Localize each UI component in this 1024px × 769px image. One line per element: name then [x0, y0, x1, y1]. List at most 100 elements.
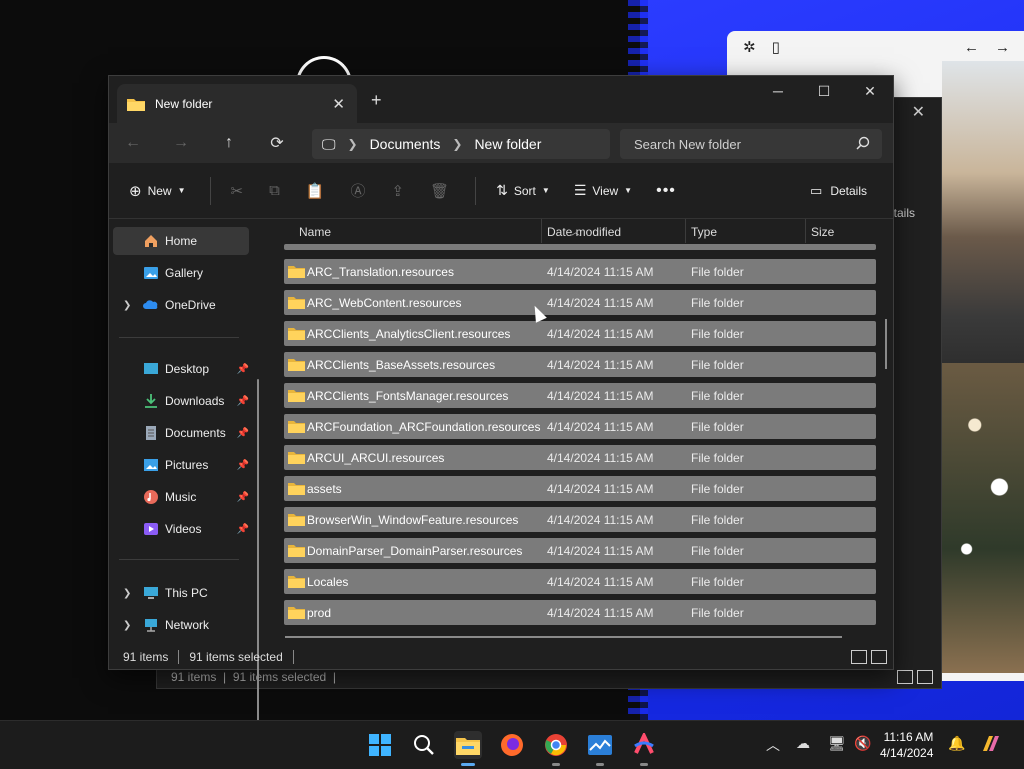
table-row[interactable]: ARC_WebContent.resources 4/14/2024 11:15 …	[284, 290, 876, 315]
sidebar-item-downloads[interactable]: Downloads 📌	[113, 387, 249, 415]
table-row[interactable]: ARCFoundation_ARCFoundation.resources 4/1…	[284, 414, 876, 439]
table-row[interactable]: ARCUI_ARCUI.resources 4/14/2024 11:15 AM F…	[284, 445, 876, 470]
sidebar-item-gallery[interactable]: Gallery	[113, 259, 249, 287]
breadcrumb-documents[interactable]: Documents	[370, 136, 441, 152]
sidebar-item-desktop[interactable]: Desktop 📌	[113, 355, 249, 383]
tiles-view-icon[interactable]	[917, 670, 933, 684]
file-name: DomainParser_DomainParser.resources	[307, 544, 523, 558]
vertical-scrollbar[interactable]	[885, 319, 887, 369]
table-row[interactable]: ARCClients_AnalyticsClient.resources 4/14…	[284, 321, 876, 346]
taskbar-chrome[interactable]	[542, 731, 570, 759]
details-view-icon[interactable]	[897, 670, 913, 684]
desktop-icon	[144, 363, 158, 374]
horizontal-scrollbar[interactable]	[285, 636, 842, 638]
column-date-modified[interactable]: Date modified	[547, 225, 621, 239]
sidebar-item-music[interactable]: Music 📌	[113, 483, 249, 511]
title-bar: New folder ✕ + ─ ☐ ✕	[109, 76, 893, 123]
breadcrumb[interactable]: 🖵 ❯ Documents ❯ New folder	[312, 129, 610, 159]
pin-icon[interactable]: 📌	[237, 524, 249, 535]
new-label: New	[147, 183, 172, 198]
sidebar-item-onedrive[interactable]: ❯ OneDrive	[113, 291, 249, 319]
minimize-icon[interactable]: ─	[755, 76, 801, 106]
sidebar-toggle-icon[interactable]: ▯	[772, 38, 780, 56]
tab-new-folder[interactable]: New folder ✕	[117, 84, 357, 123]
monitor-icon[interactable]: 🖵	[322, 136, 336, 153]
pin-icon[interactable]: 📌	[237, 428, 249, 439]
maximize-icon[interactable]: ☐	[801, 76, 847, 106]
refresh-icon[interactable]: ⟳	[253, 133, 301, 153]
volume-mute-icon[interactable]: 🔇	[854, 735, 871, 752]
table-row[interactable]: ARCClients_BaseAssets.resources 4/14/2024…	[284, 352, 876, 377]
search-input[interactable]: Search New folder	[620, 129, 882, 159]
file-explorer-window[interactable]: New folder ✕ + ─ ☐ ✕ ← → ↑ ⟳ 🖵 ❯ Documen…	[108, 75, 894, 739]
view-button[interactable]: ☰ View ▼	[574, 182, 632, 199]
sidebar-item-documents[interactable]: Documents 📌	[113, 419, 249, 447]
pin-icon[interactable]: 📌	[237, 364, 249, 375]
copilot-icon[interactable]	[980, 733, 1002, 758]
more-options-button[interactable]: •••	[656, 182, 676, 200]
paste-icon[interactable]: 📋	[306, 182, 325, 200]
new-button[interactable]: ⊕ New ▼	[129, 182, 186, 200]
taskbar-firefox[interactable]	[498, 731, 526, 759]
close-tab-icon[interactable]: ✕	[332, 95, 345, 113]
forward-icon[interactable]: →	[157, 134, 205, 152]
rename-icon[interactable]: Ⓐ	[351, 180, 366, 201]
sidebar-label: Videos	[165, 522, 202, 536]
up-icon[interactable]: ↑	[205, 134, 253, 152]
taskbar-file-explorer[interactable]	[454, 731, 482, 759]
new-tab-button[interactable]: +	[371, 90, 382, 111]
file-name: Locales	[307, 575, 349, 589]
notification-bell-icon[interactable]: 🔔	[948, 735, 965, 752]
table-row[interactable]: DomainParser_DomainParser.resources 4/14/…	[284, 538, 876, 563]
breadcrumb-new-folder[interactable]: New folder	[474, 136, 541, 152]
chevron-up-icon[interactable]: ︿	[766, 735, 780, 755]
pin-icon[interactable]: 📌	[237, 396, 249, 407]
table-row[interactable]: prod 4/14/2024 11:15 AM File folder	[284, 600, 876, 625]
table-row[interactable]: ARC_Translation.resources 4/14/2024 11:15…	[284, 259, 876, 284]
cloud-offline-icon[interactable]: ☁	[796, 735, 810, 752]
table-row[interactable]: BrowserWin_WindowFeature.resources 4/14/2…	[284, 507, 876, 532]
table-row[interactable]: Locales 4/14/2024 11:15 AM File folder	[284, 569, 876, 594]
copy-icon[interactable]: ⧉	[269, 182, 280, 199]
table-row[interactable]: assets 4/14/2024 11:15 AM File folder	[284, 476, 876, 501]
sidebar-item-network[interactable]: ❯ Network	[113, 611, 249, 639]
column-size[interactable]: Size	[811, 225, 834, 239]
back-icon[interactable]: ←	[109, 134, 157, 152]
file-name: ARCClients_FontsManager.resources	[307, 389, 509, 403]
tiles-view-icon[interactable]	[871, 650, 887, 664]
status-bar: 91 items 91 items selected	[109, 645, 893, 669]
share-icon[interactable]: ⇪	[392, 182, 405, 200]
close-window-icon[interactable]: ✕	[847, 76, 893, 106]
sort-button[interactable]: ⇅ Sort ▼	[496, 182, 550, 199]
table-row-partial[interactable]	[284, 244, 876, 250]
pin-icon[interactable]: 📌	[237, 460, 249, 471]
start-button[interactable]	[366, 731, 394, 759]
column-name[interactable]: Name	[299, 225, 331, 239]
back-arrow-icon[interactable]: ←	[964, 39, 979, 56]
details-view-icon[interactable]	[851, 650, 867, 664]
forward-arrow-icon[interactable]: →	[995, 39, 1010, 56]
chevron-right-icon[interactable]: ❯	[123, 300, 131, 311]
pin-icon[interactable]: 📌	[237, 492, 249, 503]
system-clock[interactable]: 11:16 AM 4/14/2024	[880, 729, 933, 761]
delete-icon[interactable]: 🗑	[430, 182, 449, 200]
column-headers: ︿ Name Date modified Type Size	[269, 219, 889, 244]
sidebar-scrollbar[interactable]	[257, 379, 259, 739]
table-row[interactable]: ARCClients_FontsManager.resources 4/14/20…	[284, 383, 876, 408]
close-icon[interactable]: ✕	[912, 102, 925, 122]
taskbar-app-chart[interactable]	[586, 731, 614, 759]
column-type[interactable]: Type	[691, 225, 717, 239]
sidebar-item-home[interactable]: Home	[113, 227, 249, 255]
extensions-icon[interactable]: ✲	[743, 38, 756, 56]
chevron-right-icon[interactable]: ❯	[123, 588, 131, 599]
sidebar-item-pictures[interactable]: Pictures 📌	[113, 451, 249, 479]
sidebar-item-videos[interactable]: Videos 📌	[113, 515, 249, 543]
search-button[interactable]	[410, 731, 438, 759]
details-button[interactable]: ▭ Details	[810, 183, 867, 199]
search-icon[interactable]	[856, 136, 870, 150]
taskbar-arc[interactable]	[630, 731, 658, 759]
chevron-right-icon[interactable]: ❯	[123, 620, 131, 631]
network-icon[interactable]: 🖥	[828, 735, 846, 752]
sidebar-item-this-pc[interactable]: ❯ This PC	[113, 579, 249, 607]
cut-icon[interactable]: ✂	[231, 182, 244, 200]
